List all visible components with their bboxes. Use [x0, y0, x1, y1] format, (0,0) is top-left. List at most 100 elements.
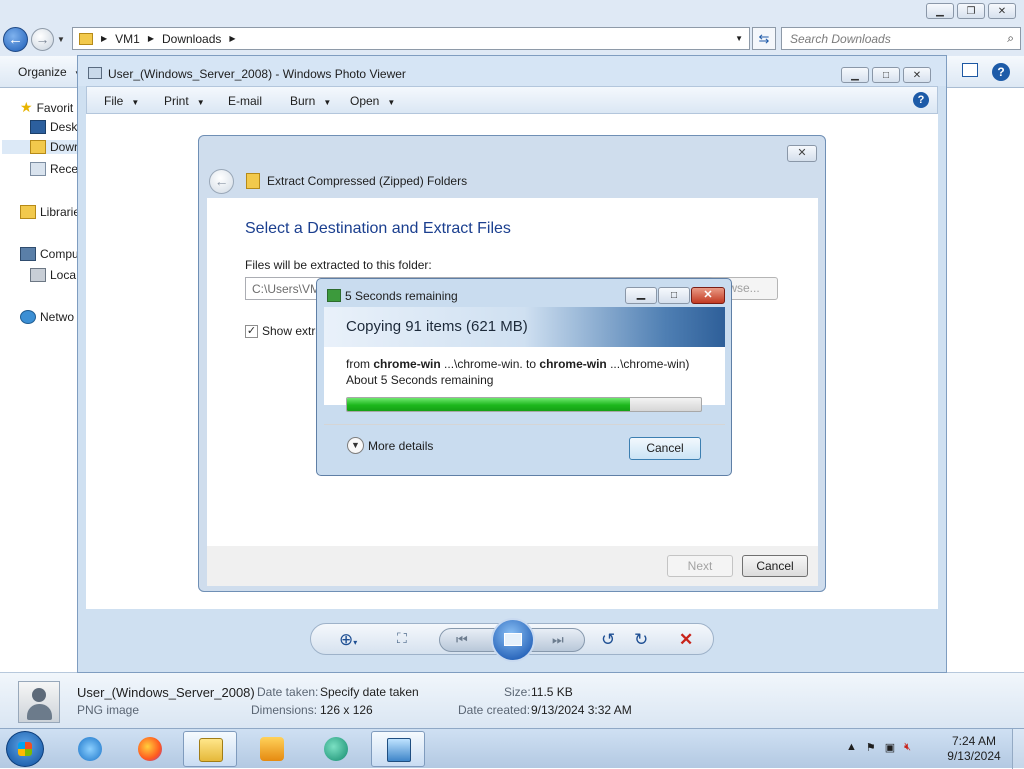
- menu-print[interactable]: Print ▼: [164, 94, 205, 108]
- volume-muted-icon[interactable]: 🔇︎: [904, 741, 911, 754]
- rotate-right-icon[interactable]: ↻: [634, 630, 648, 650]
- copy-progress-dialog: 5 Seconds remaining ▁ □ ✕ Copying 91 ite…: [316, 278, 732, 476]
- close-button[interactable]: ✕: [903, 67, 931, 83]
- close-button[interactable]: ✕: [691, 287, 725, 304]
- computer-icon: [20, 247, 36, 261]
- clock[interactable]: 7:24 AM 9/13/2024: [940, 734, 1008, 764]
- size-label: Size:: [504, 685, 531, 699]
- organize-button[interactable]: Organize ▼: [18, 65, 82, 79]
- cancel-button[interactable]: Cancel: [629, 437, 701, 460]
- photo-viewer-window-controls: ▁ □ ✕: [841, 67, 931, 83]
- nav-libraries[interactable]: Librarie: [20, 205, 80, 219]
- minimize-button[interactable]: ▁: [841, 67, 869, 83]
- delete-icon[interactable]: ✕: [679, 630, 693, 650]
- next-icon[interactable]: ⏭: [552, 632, 564, 648]
- network-icon: [20, 310, 36, 324]
- nav-local-disk[interactable]: Loca: [30, 268, 76, 282]
- from-prefix: from: [346, 357, 374, 371]
- search-input[interactable]: Search Downloads ⌕: [781, 27, 1021, 50]
- breadcrumb-arrow-icon[interactable]: ▶: [101, 34, 107, 43]
- nav-downloads[interactable]: Dowr: [2, 140, 80, 154]
- address-dropdown-icon[interactable]: ▼: [735, 34, 743, 43]
- forward-button[interactable]: →: [31, 28, 54, 51]
- network-status-icon[interactable]: ▣: [885, 741, 895, 754]
- recent-pages-dropdown[interactable]: ▼: [57, 35, 65, 44]
- menu-email[interactable]: E-mail: [228, 94, 262, 108]
- folder-icon: [199, 738, 223, 762]
- restore-button[interactable]: ❐: [957, 3, 985, 19]
- photo-viewer-titlebar: User_(Windows_Server_2008) - Windows Pho…: [78, 56, 946, 86]
- chevron-down-icon[interactable]: ▼: [347, 437, 364, 454]
- back-button[interactable]: ←: [209, 169, 234, 194]
- show-hidden-icons-icon[interactable]: ▲: [846, 741, 857, 754]
- breadcrumb-vm1[interactable]: VM1: [115, 32, 140, 46]
- taskbar-photo-viewer[interactable]: [371, 731, 425, 767]
- nav-desktop[interactable]: Desk: [30, 120, 77, 134]
- copy-banner: Copying 91 items (621 MB): [324, 307, 725, 347]
- close-button[interactable]: ✕: [988, 3, 1016, 19]
- size-value: 11.5 KB: [531, 685, 573, 699]
- breadcrumb-downloads[interactable]: Downloads: [162, 32, 221, 46]
- photo-viewer-title: User_(Windows_Server_2008) - Windows Pho…: [108, 67, 406, 81]
- help-icon[interactable]: ?: [913, 92, 929, 108]
- menu-burn-label: Burn: [290, 94, 316, 108]
- minimize-button[interactable]: ▁: [926, 3, 954, 19]
- actual-size-icon[interactable]: ⛶: [397, 630, 407, 647]
- taskbar-app[interactable]: [309, 731, 363, 767]
- maximize-button[interactable]: □: [658, 287, 690, 304]
- details-pane: User_(Windows_Server_2008) PNG image Dat…: [0, 672, 1024, 728]
- taskbar-firefox[interactable]: [123, 731, 177, 767]
- star-icon: ★: [20, 99, 33, 115]
- photo-viewer-app-icon: [88, 67, 102, 79]
- show-desktop-button[interactable]: [1012, 729, 1024, 769]
- copy-icon: [327, 289, 341, 302]
- taskbar-internet-explorer[interactable]: [63, 731, 117, 767]
- cancel-button[interactable]: Cancel: [742, 555, 808, 577]
- destination-link[interactable]: chrome-win: [539, 357, 606, 371]
- firefox-icon: [138, 737, 162, 761]
- downloads-folder-icon: [30, 140, 46, 154]
- preview-pane-icon[interactable]: [962, 63, 978, 77]
- zoom-icon[interactable]: ⊕▾: [339, 630, 357, 650]
- taskbar-explorer[interactable]: [183, 731, 237, 767]
- start-button[interactable]: [6, 731, 44, 767]
- nav-label: Dowr: [50, 140, 79, 154]
- nav-favorites[interactable]: ★ Favorit: [20, 99, 73, 116]
- address-field[interactable]: ▶ VM1 ▶ Downloads ▶ ▼: [72, 27, 750, 50]
- breadcrumb-arrow-icon[interactable]: ▶: [148, 34, 154, 43]
- media-player-icon: [260, 737, 284, 761]
- close-button[interactable]: ✕: [787, 145, 817, 162]
- menu-open-label: Open: [350, 94, 380, 108]
- details-file-type: PNG image: [77, 703, 140, 717]
- search-icon[interactable]: ⌕: [1007, 31, 1014, 46]
- maximize-button[interactable]: □: [872, 67, 900, 83]
- date-taken-value[interactable]: Specify date taken: [320, 685, 419, 699]
- checkmark-icon[interactable]: ✓: [245, 324, 258, 338]
- taskbar-media-player[interactable]: [245, 731, 299, 767]
- more-details-toggle[interactable]: ▼ More details: [347, 437, 433, 454]
- refresh-button[interactable]: ⇆: [752, 27, 776, 50]
- slideshow-button[interactable]: [491, 618, 535, 662]
- next-button[interactable]: Next: [667, 555, 733, 577]
- previous-icon[interactable]: ⏮: [456, 632, 468, 648]
- menu-email-label: E-mail: [228, 94, 263, 108]
- menu-burn[interactable]: Burn ▼: [290, 94, 331, 108]
- copy-progress-bar: [346, 397, 702, 412]
- source-link[interactable]: chrome-win: [373, 357, 440, 371]
- nav-network[interactable]: Netwo: [20, 310, 74, 324]
- date-created-value: 9/13/2024 3:32 AM: [531, 703, 632, 717]
- menu-file[interactable]: File ▼: [104, 94, 139, 108]
- chevron-down-icon: ▼: [196, 98, 205, 107]
- breadcrumb-arrow-icon[interactable]: ▶: [229, 34, 235, 43]
- help-icon[interactable]: ?: [992, 63, 1010, 81]
- show-extracted-checkbox[interactable]: ✓ Show extra: [245, 324, 322, 338]
- nav-recent[interactable]: Rece: [30, 162, 78, 176]
- nav-label: Favorit: [36, 100, 74, 115]
- back-button[interactable]: ←: [3, 27, 28, 52]
- search-placeholder: Search Downloads: [790, 32, 891, 46]
- minimize-button[interactable]: ▁: [625, 287, 657, 304]
- rotate-left-icon[interactable]: ↺: [601, 630, 615, 650]
- action-center-flag-icon[interactable]: ⚑: [866, 741, 876, 754]
- menu-open[interactable]: Open ▼: [350, 94, 395, 108]
- nav-computer[interactable]: Compu: [20, 247, 79, 261]
